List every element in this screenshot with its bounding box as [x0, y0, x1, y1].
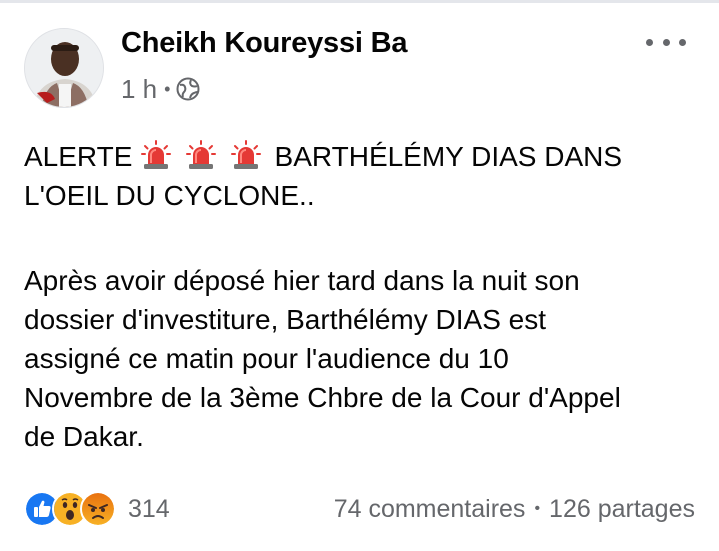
stats-separator: •: [534, 500, 541, 517]
shares-count-link[interactable]: 126 partages: [549, 495, 695, 524]
body-line: assigné ce matin pour l'audience du 10: [24, 343, 509, 374]
body-line: de Dakar.: [24, 421, 144, 452]
top-divider: [0, 0, 719, 3]
police-light-icon: [185, 140, 216, 169]
body-line: Novembre de la 3ème Chbre de la Cour d'A…: [24, 382, 621, 413]
body-line: Après avoir déposé hier tard dans la nui…: [24, 265, 580, 296]
headline-prefix: ALERTE: [24, 141, 133, 172]
post-stats: 74 commentaires • 126 partages: [334, 491, 695, 527]
police-light-icon: [230, 140, 261, 169]
meta-separator: •: [164, 78, 171, 99]
body-line: dossier d'investiture, Barthélémy DIAS e…: [24, 304, 547, 335]
post-text: ALERTE BARTHÉLÉMY DIAS DANS L'OEIL DU CY…: [24, 137, 704, 456]
headline-line-1: ALERTE BARTHÉLÉMY DIAS DANS: [24, 137, 704, 176]
headline-rest: BARTHÉLÉMY DIAS DANS: [274, 141, 623, 172]
globe-icon: [176, 77, 200, 101]
profile-photo: [25, 29, 103, 107]
reactions-summary[interactable]: 314: [24, 491, 170, 527]
post-timestamp[interactable]: 1 h: [121, 74, 157, 105]
more-options-icon[interactable]: [646, 30, 686, 54]
post-meta: 1 h •: [121, 72, 200, 106]
avatar[interactable]: [24, 28, 104, 108]
post-author-name[interactable]: Cheikh Koureyssi Ba: [121, 27, 408, 60]
comments-count-link[interactable]: 74 commentaires: [334, 495, 526, 524]
headline-line-2: L'OEIL DU CYCLONE..: [24, 180, 315, 211]
reactions-count: 314: [128, 494, 170, 523]
police-light-icon: [141, 140, 172, 169]
angry-icon: [80, 491, 116, 527]
